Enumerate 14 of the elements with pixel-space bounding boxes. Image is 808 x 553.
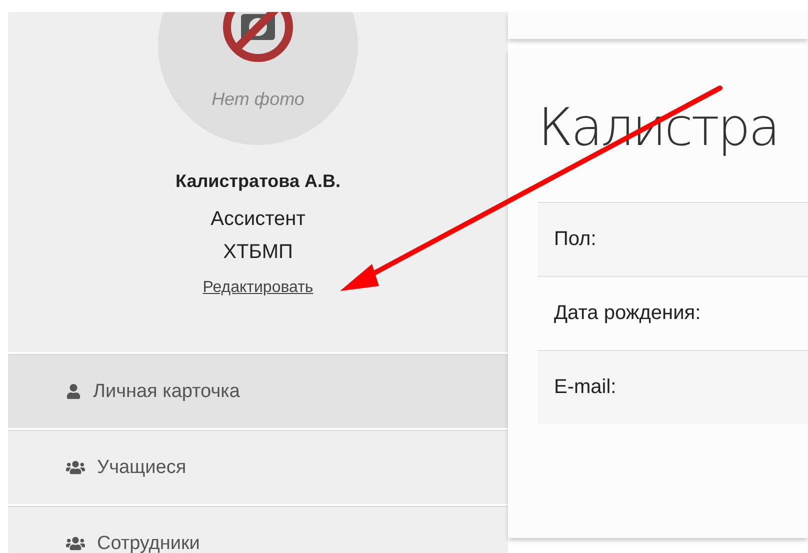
field-label: E-mail: [554,376,616,399]
sidebar-item[interactable]: Учащиеся [8,430,508,504]
users-icon [66,534,85,553]
profile-name: Калистратова А.В. [176,171,340,192]
sidebar-item[interactable]: Сотрудники [8,506,508,553]
field-label: Дата рождения: [554,302,701,325]
users-icon [66,458,85,477]
department-text: ХТБМП [223,241,293,264]
edit-link[interactable]: Редактировать [202,279,314,297]
no-photo-caption: Нет фото [212,89,304,110]
sidebar-item[interactable]: Личная карточка [8,354,508,428]
position-text: Ассистент [210,208,306,231]
user-icon [66,384,81,399]
field-label: Пол: [554,228,596,251]
